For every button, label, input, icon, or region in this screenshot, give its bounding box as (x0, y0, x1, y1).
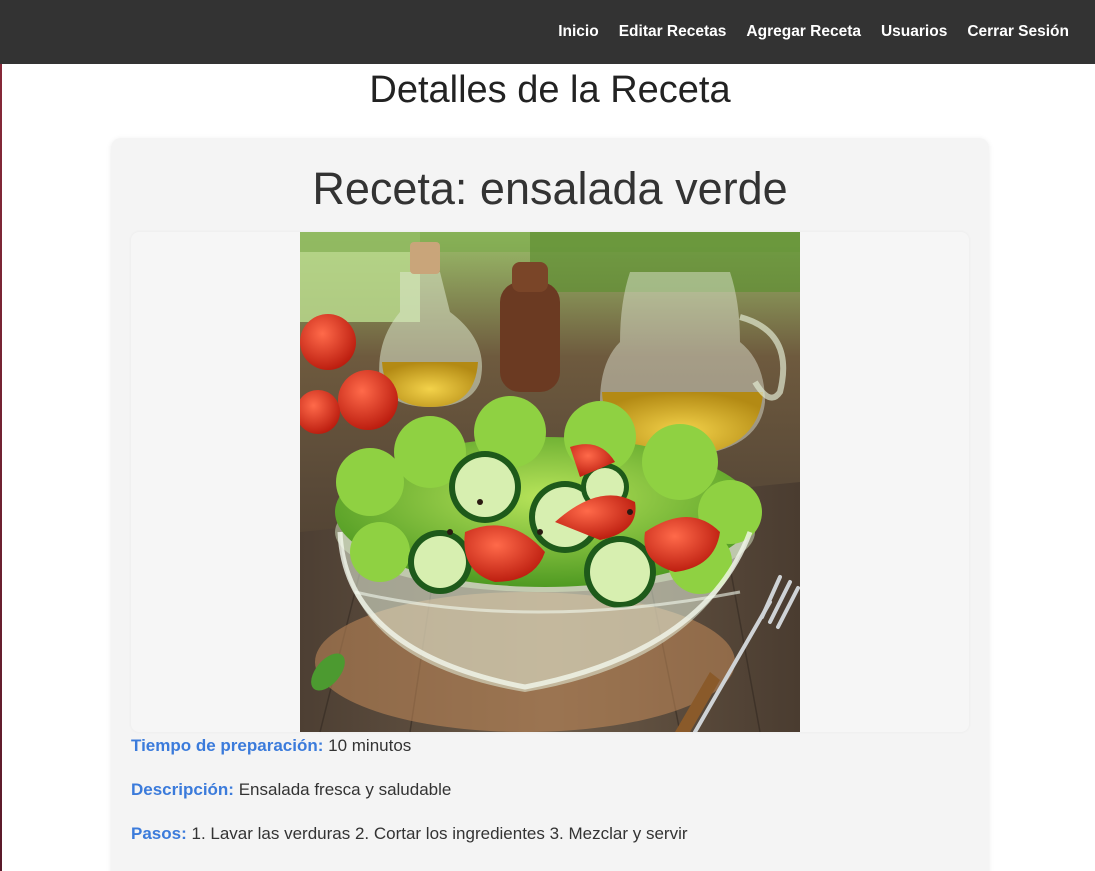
steps-row: Pasos: 1. Lavar las verduras 2. Cortar l… (131, 823, 688, 845)
salad-photo (300, 232, 800, 732)
nav-links: Inicio Editar Recetas Agregar Receta Usu… (558, 0, 1069, 64)
steps-value: 1. Lavar las verduras 2. Cortar los ingr… (191, 824, 688, 843)
prep-time-label: Tiempo de preparación: (131, 736, 324, 755)
prep-time-row: Tiempo de preparación: 10 minutos (131, 735, 411, 757)
description-label: Descripción: (131, 780, 234, 799)
description-value: Ensalada fresca y saludable (238, 780, 452, 799)
nav-link-editar-recetas[interactable]: Editar Recetas (619, 23, 727, 41)
top-navbar: Inicio Editar Recetas Agregar Receta Usu… (0, 0, 1095, 64)
page-title: Detalles de la Receta (369, 69, 731, 111)
nav-link-cerrar-sesion[interactable]: Cerrar Sesión (967, 23, 1069, 41)
nav-link-agregar-receta[interactable]: Agregar Receta (746, 23, 861, 41)
prep-time-value: 10 minutos (328, 736, 412, 755)
nav-link-inicio[interactable]: Inicio (558, 23, 598, 41)
recipe-image (300, 232, 800, 732)
description-row: Descripción: Ensalada fresca y saludable (131, 779, 451, 801)
steps-label: Pasos: (131, 824, 187, 843)
recipe-title: Receta: ensalada verde (312, 163, 788, 214)
window-edge (0, 0, 2, 871)
nav-link-usuarios[interactable]: Usuarios (881, 23, 947, 41)
